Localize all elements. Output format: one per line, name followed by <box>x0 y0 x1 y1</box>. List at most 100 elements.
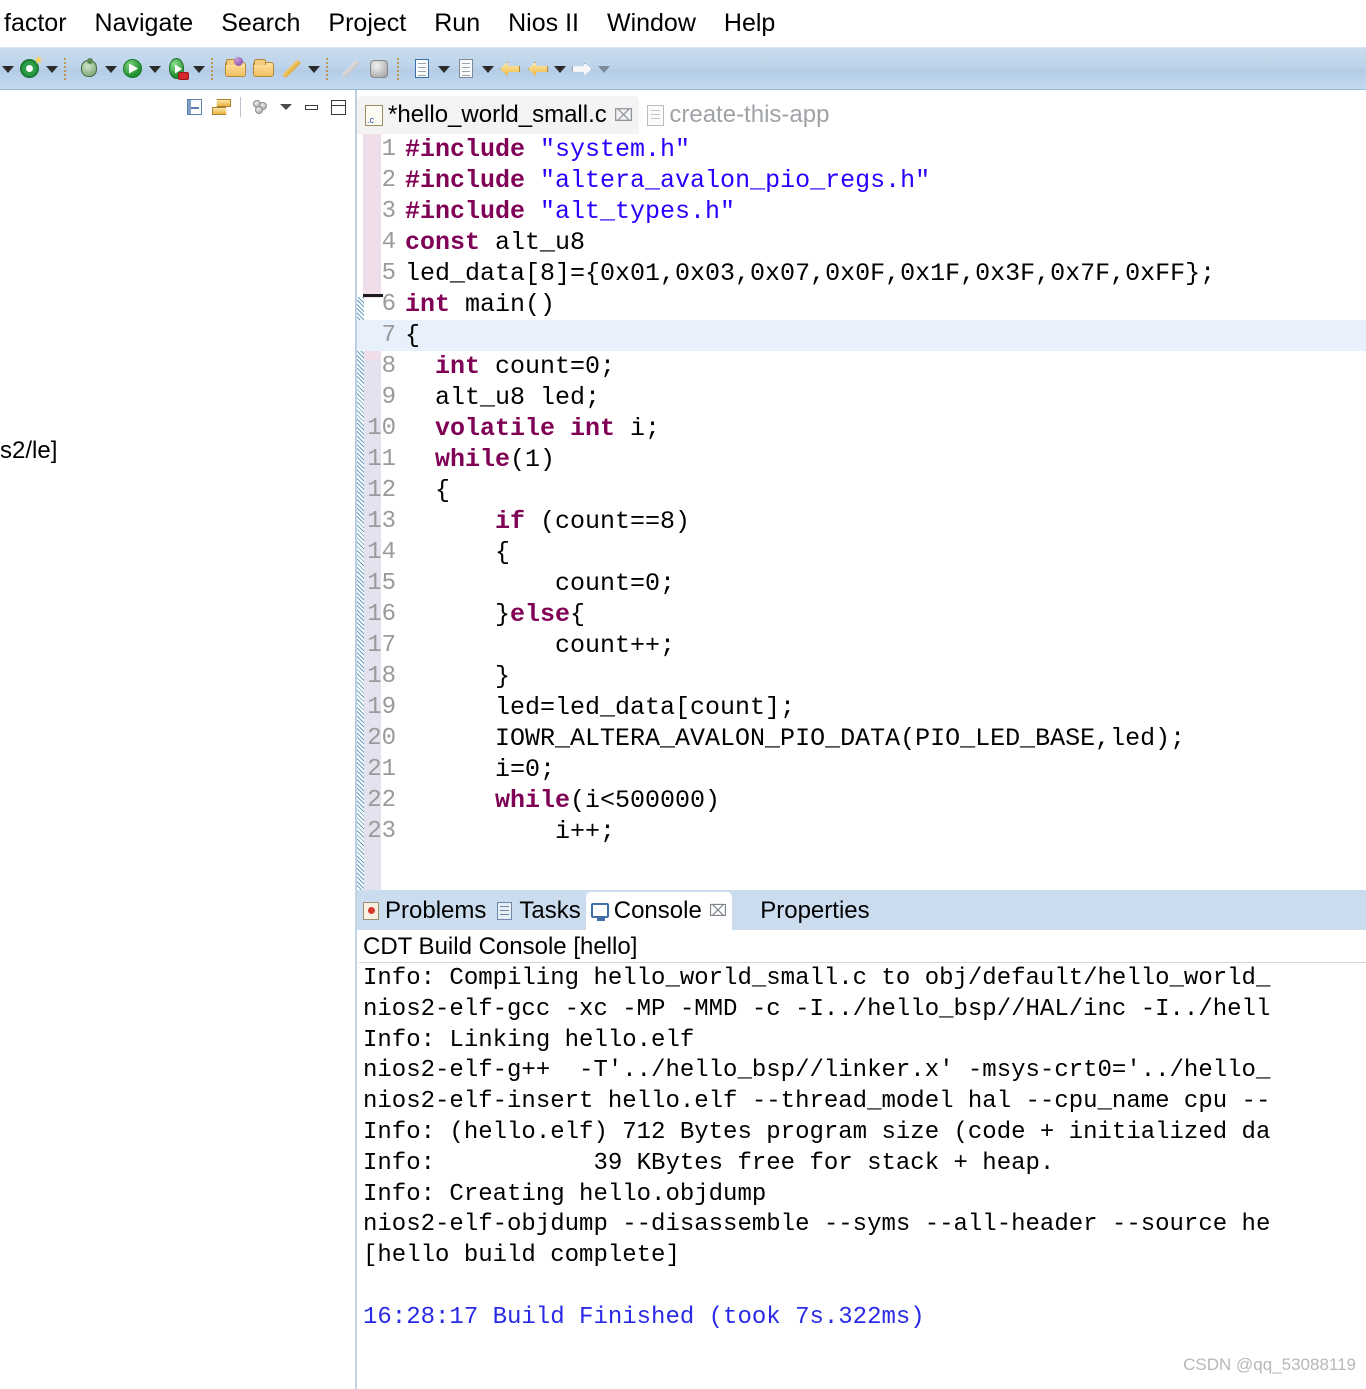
editor-tab-bar: *hello_world_small.c ⌧ create-this-app <box>357 94 1366 134</box>
view-tab-tasks[interactable]: Tasks <box>491 892 585 930</box>
caret-dropdown-0[interactable] <box>0 56 16 82</box>
menu-item-nios-ii[interactable]: Nios II <box>494 11 593 36</box>
code-token: alt_u8 <box>480 228 586 257</box>
debug-bug-icon[interactable] <box>76 56 102 82</box>
caret-dropdown-7[interactable] <box>480 56 496 82</box>
code-line[interactable]: 23 i++; <box>357 816 1366 847</box>
code-line[interactable]: 1 #include "system.h" <box>357 134 1366 165</box>
view-tab-console[interactable]: Console ⌧ <box>585 892 733 930</box>
view-tab-properties[interactable]: Properties <box>732 892 874 930</box>
view-tab-label: Console <box>613 897 702 924</box>
code-line[interactable]: 3 #include "alt_types.h" <box>357 196 1366 227</box>
caret-dropdown-2[interactable] <box>103 56 119 82</box>
code-line[interactable]: 12 { <box>357 475 1366 506</box>
document-icon[interactable] <box>453 56 479 82</box>
tasks-icon <box>496 901 515 921</box>
caret-dropdown-8[interactable] <box>552 56 568 82</box>
document-blue-icon[interactable] <box>409 56 435 82</box>
view-menu-icon[interactable] <box>275 96 297 118</box>
code-line[interactable]: 16 }else{ <box>357 599 1366 630</box>
code-token: "alt_types.h" <box>540 197 736 226</box>
line-number: 15 <box>367 570 396 597</box>
run-external-tools-icon[interactable] <box>164 56 190 82</box>
code-token: #include <box>405 135 541 164</box>
code-token: led=led_data[count]; <box>405 693 796 722</box>
menu-item-factor[interactable]: factor <box>2 11 81 36</box>
code-token: const <box>405 228 481 257</box>
view-menu-blobs-icon[interactable] <box>249 96 271 118</box>
forward-arrow-icon[interactable] <box>525 56 551 82</box>
code-token: { <box>405 538 511 567</box>
new-c-project-icon[interactable] <box>17 55 43 82</box>
menu-item-project[interactable]: Project <box>314 11 420 36</box>
view-tab-close-icon[interactable]: ⌧ <box>709 901 727 921</box>
code-token: count++; <box>405 631 676 660</box>
menu-item-search[interactable]: Search <box>207 11 314 36</box>
line-number: 6 <box>381 291 396 318</box>
caret-dropdown-3[interactable] <box>147 56 163 82</box>
console-line: nios2-elf-g++ -T'../hello_bsp//linker.x'… <box>363 1057 1271 1085</box>
code-line-text: volatile int i; <box>405 413 1366 444</box>
code-line[interactable]: 13 if (count==8) <box>357 506 1366 537</box>
code-line[interactable]: 5 led_data[8]={0x01,0x03,0x07,0x0F,0x1F,0… <box>357 258 1366 289</box>
code-line[interactable]: 10 volatile int i; <box>357 413 1366 444</box>
link-with-editor-icon[interactable] <box>210 96 232 118</box>
console-output[interactable]: Info: Compiling hello_world_small.c to o… <box>359 964 1366 1389</box>
line-number: 21 <box>367 756 396 783</box>
line-number: 20 <box>367 725 396 752</box>
view-tab-problems[interactable]: Problems <box>357 892 491 930</box>
line-number: 16 <box>367 601 396 628</box>
caret-dropdown-6[interactable] <box>436 56 452 82</box>
code-line[interactable]: 8 int count=0; <box>357 351 1366 382</box>
eclipse-ide-window: factor Navigate Search Project Run Nios II Win… <box>0 0 1366 1389</box>
code-line[interactable]: 11 while(1) <box>357 444 1366 475</box>
open-folder-icon[interactable] <box>251 56 277 82</box>
toolbar-divider <box>240 97 241 117</box>
console-view-panel: Problems Tasks Console ⌧ Properties CDT Buil… <box>357 890 1366 1389</box>
run-icon[interactable] <box>120 56 146 82</box>
editor-tab-create-this-app[interactable]: create-this-app <box>639 96 835 134</box>
caret-dropdown-1[interactable] <box>44 56 60 82</box>
menu-item-help[interactable]: Help <box>710 11 789 36</box>
code-line[interactable]: 6 int main() <box>357 289 1366 320</box>
menu-item-run[interactable]: Run <box>420 11 494 36</box>
code-line[interactable]: 18 } <box>357 661 1366 692</box>
code-line[interactable]: 4 const alt_u8 <box>357 227 1366 258</box>
menu-item-window[interactable]: Window <box>593 11 710 36</box>
brush-icon[interactable] <box>338 56 364 82</box>
menu-item-navigate[interactable]: Navigate <box>81 11 208 36</box>
code-line-text: while(i<500000) <box>405 785 1366 816</box>
code-token: } <box>405 662 511 691</box>
minimize-icon[interactable] <box>301 96 323 118</box>
editor-tab-hello-world-small-c[interactable]: *hello_world_small.c ⌧ <box>357 96 640 134</box>
document-icon <box>647 104 665 126</box>
code-line[interactable]: 15 count=0; <box>357 568 1366 599</box>
code-line[interactable]: 22 while(i<500000) <box>357 785 1366 816</box>
back-arrow-icon[interactable] <box>497 56 523 82</box>
maximize-icon[interactable] <box>327 96 349 118</box>
code-line-text: while(1) <box>405 444 1366 475</box>
separator-2 <box>211 57 218 80</box>
code-line[interactable]: 19 led=led_data[count]; <box>357 692 1366 723</box>
caret-dropdown-4[interactable] <box>191 56 207 82</box>
caret-dropdown-5[interactable] <box>306 56 322 82</box>
code-editor[interactable]: 1 #include "system.h" 2 #include "altera_av… <box>357 134 1366 944</box>
code-line[interactable]: 14 { <box>357 537 1366 568</box>
pencil-edit-icon[interactable] <box>279 56 305 82</box>
collapse-all-icon[interactable] <box>184 96 206 118</box>
code-line[interactable]: 9 alt_u8 led; <box>357 382 1366 413</box>
caret-dropdown-9[interactable] <box>596 56 612 82</box>
code-line[interactable]: 21 i=0; <box>357 754 1366 785</box>
code-line[interactable]: 20 IOWR_ALTERA_AVALON_PIO_DATA(PIO_LED_B… <box>357 723 1366 754</box>
open-folder-purple-icon[interactable] <box>223 56 249 82</box>
code-line[interactable]: 17 count++; <box>357 630 1366 661</box>
c-file-icon <box>365 104 383 126</box>
code-line[interactable]: 2 #include "altera_avalon_pio_regs.h" <box>357 165 1366 196</box>
code-line[interactable]: 7{ <box>357 320 1366 351</box>
next-arrow-icon[interactable] <box>569 56 595 82</box>
gray-blob-icon[interactable] <box>366 56 392 82</box>
editor-tab-close-icon[interactable]: ⌧ <box>614 107 634 124</box>
